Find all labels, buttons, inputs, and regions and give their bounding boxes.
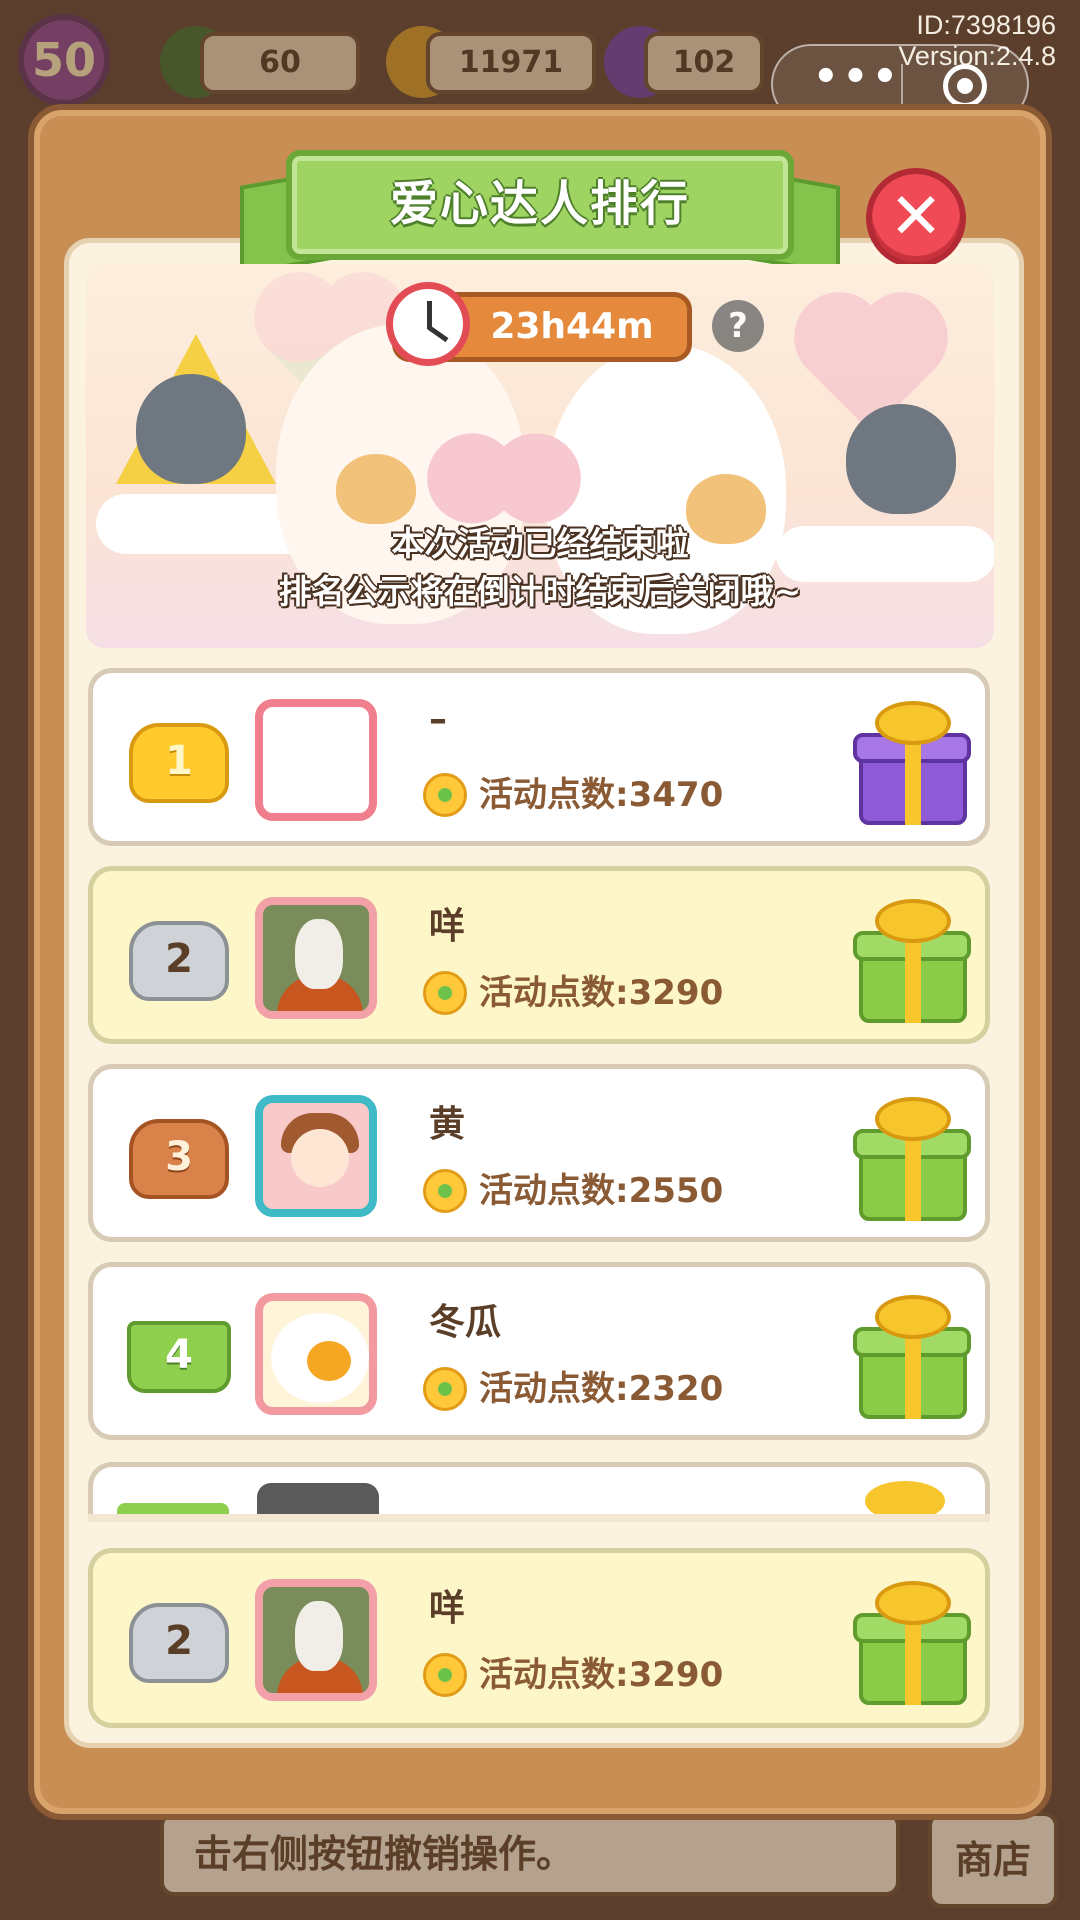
flower-icon (423, 1653, 467, 1697)
event-ended-message: 本次活动已经结束啦 排名公示将在倒计时结束后关闭哦~ (86, 520, 994, 616)
player-name: 冬瓜 (429, 1302, 502, 1343)
rank-row-2[interactable]: 2 咩 活动点数:3290 (88, 866, 990, 1044)
activity-points: 活动点数:3290 (479, 1655, 724, 1695)
avatar[interactable] (257, 1483, 379, 1518)
activity-points: 活动点数:2550 (479, 1171, 724, 1211)
flower-icon (423, 773, 467, 817)
gift-ribbon (905, 1327, 921, 1419)
rank-row-3[interactable]: 3 黄 活动点数:2550 (88, 1064, 990, 1242)
shop-button[interactable]: 商店 (928, 1812, 1058, 1908)
face-shape (291, 1129, 349, 1187)
gift-ribbon (905, 1613, 921, 1705)
scroll-divider (88, 1514, 990, 1522)
coin-counter: 11971 (426, 32, 596, 94)
silver-crown-badge: 2 (123, 1593, 235, 1689)
flower-icon (423, 1169, 467, 1213)
player-name: 黄 (429, 1104, 466, 1145)
duck-beak-shape (307, 1341, 351, 1381)
exit-target-icon[interactable] (943, 64, 987, 108)
gray-cat-right (846, 404, 956, 514)
rank-number: 2 (165, 936, 193, 982)
close-button[interactable]: ✕ (866, 168, 966, 268)
avatar[interactable] (255, 699, 377, 821)
duck-avatar (263, 1301, 369, 1407)
gift-bow (875, 701, 951, 745)
gift-bow (875, 1097, 951, 1141)
gift-bow-icon (865, 1481, 945, 1518)
clock-icon (386, 282, 470, 366)
activity-points: 活动点数:3470 (479, 775, 724, 815)
help-button[interactable]: ? (712, 300, 764, 352)
purple-gift-icon[interactable] (853, 697, 971, 827)
green-gift-icon[interactable] (853, 1577, 971, 1707)
flower-icon (423, 1367, 467, 1411)
bronze-crown-badge: 3 (123, 1109, 235, 1205)
rank-row-5-partial[interactable] (88, 1462, 990, 1518)
bottom-hint: 击右侧按钮撤销操作。 (160, 1812, 900, 1896)
player-name: 咩 (429, 906, 466, 947)
message-line-2: 排名公示将在倒计时结束后关闭哦~ (278, 572, 802, 611)
green-rank-badge: 4 (123, 1307, 235, 1403)
avatar[interactable] (255, 1095, 377, 1217)
goat-shape (295, 1601, 343, 1671)
pink-heart-icon (478, 446, 530, 498)
my-rank-row[interactable]: 2 咩 活动点数:3290 (88, 1548, 990, 1728)
user-id-text: ID:7398196 (916, 10, 1056, 40)
avatar[interactable] (255, 897, 377, 1019)
activity-points: 活动点数:3290 (479, 973, 724, 1013)
gem-counter: 102 (644, 32, 764, 94)
avatar[interactable] (255, 1293, 377, 1415)
gray-cat-left (136, 374, 246, 484)
activity-points: 活动点数:2320 (479, 1369, 724, 1409)
gift-bow (875, 1581, 951, 1625)
green-gift-icon[interactable] (853, 1093, 971, 1223)
anime-girl-avatar (263, 1103, 369, 1209)
gift-ribbon (905, 931, 921, 1023)
player-name: – (429, 699, 447, 740)
gift-bow (875, 1295, 951, 1339)
modal-title: 爱心达人排行 (389, 176, 690, 232)
avatar[interactable] (255, 1579, 377, 1701)
more-menu-icon[interactable]: ••• (813, 54, 902, 100)
gift-bow (875, 899, 951, 943)
close-icon: ✕ (889, 180, 943, 254)
title-ribbon: 爱心达人排行 (286, 150, 794, 260)
silver-crown-badge: 2 (123, 911, 235, 1007)
green-gift-icon[interactable] (853, 895, 971, 1025)
gift-ribbon (905, 733, 921, 825)
green-gift-icon[interactable] (853, 1291, 971, 1421)
gift-ribbon (905, 1129, 921, 1221)
rank-number: 3 (165, 1134, 193, 1180)
level-badge: 50 (18, 14, 110, 106)
empty-avatar (263, 707, 369, 813)
goat-avatar (263, 905, 369, 1011)
capsule-divider (901, 64, 903, 108)
player-name: 咩 (429, 1588, 466, 1629)
rank-number: 1 (165, 738, 193, 784)
rank-number: 4 (165, 1332, 193, 1378)
rank-row-1[interactable]: 1 – 活动点数:3470 (88, 668, 990, 846)
orange-kitten-left (336, 454, 416, 524)
energy-counter: 60 (200, 32, 360, 94)
goat-shape (295, 919, 343, 989)
rank-number: 2 (165, 1618, 193, 1664)
flower-icon (423, 971, 467, 1015)
message-line-1: 本次活动已经结束啦 (391, 524, 689, 563)
gold-crown-badge: 1 (123, 713, 235, 809)
rank-row-4[interactable]: 4 冬瓜 活动点数:2320 (88, 1262, 990, 1440)
goat-avatar (263, 1587, 369, 1693)
